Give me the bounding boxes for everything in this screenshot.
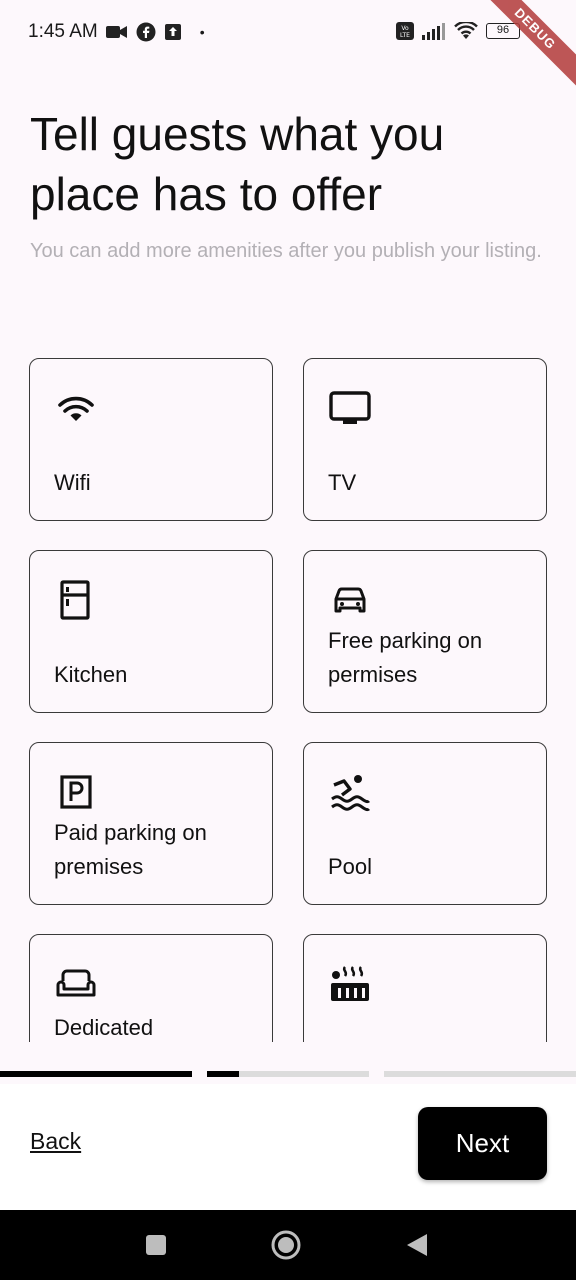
progress-fill xyxy=(207,1071,240,1077)
progress-fill xyxy=(0,1071,192,1077)
amenity-label: TV xyxy=(328,470,357,495)
progress-segment-2 xyxy=(207,1071,369,1077)
page-title: Tell guests what you place has to offer xyxy=(30,108,445,220)
video-camera-icon xyxy=(105,26,127,38)
amenity-label: Dedicated xyxy=(54,1015,154,1040)
next-button[interactable]: Next xyxy=(418,1107,547,1180)
amenity-label: Pool xyxy=(328,854,373,879)
battery-level: 96 xyxy=(496,24,510,36)
system-nav-bar xyxy=(0,1210,576,1280)
back-nav-icon[interactable] xyxy=(405,1233,429,1257)
amenity-card-paid-parking[interactable]: Paid parking on premises xyxy=(29,742,273,905)
recents-icon[interactable] xyxy=(145,1234,167,1256)
status-bar: 1:45 AM • Vo LTE 96 xyxy=(0,0,576,64)
progress-segment-3 xyxy=(384,1071,576,1077)
sofa-icon xyxy=(56,969,96,997)
amenity-grid: Wifi TV Kitchen Free parking on permises xyxy=(0,340,576,1042)
pool-icon xyxy=(331,775,371,812)
amenity-label: Free parking on permises xyxy=(328,628,483,687)
amenity-label: Wifi xyxy=(54,470,91,495)
amenity-card-pool[interactable]: Pool xyxy=(303,742,547,905)
wifi-icon xyxy=(58,396,94,421)
svg-text:Vo: Vo xyxy=(401,25,409,32)
svg-text:LTE: LTE xyxy=(400,32,410,39)
page-subtitle: You can add more amenities after you pub… xyxy=(30,240,542,262)
volte-icon: VoLTE xyxy=(396,22,414,40)
home-icon[interactable] xyxy=(271,1230,301,1260)
amenity-label: Paid parking on premises xyxy=(54,820,207,879)
amenity-card-hot-tub[interactable] xyxy=(303,934,547,1042)
amenity-card-dedicated[interactable]: Dedicated xyxy=(29,934,273,1042)
amenity-card-wifi[interactable]: Wifi xyxy=(29,358,273,521)
amenity-label: Kitchen xyxy=(54,662,128,687)
progress-segment-1 xyxy=(0,1071,192,1077)
amenity-card-free-parking[interactable]: Free parking on permises xyxy=(303,550,547,713)
amenity-card-tv[interactable]: TV xyxy=(303,358,547,521)
hot-tub-icon xyxy=(331,966,369,1001)
signal-icon xyxy=(422,23,445,40)
parking-icon xyxy=(60,775,92,809)
back-button[interactable]: Back xyxy=(30,1128,81,1155)
notification-dot-icon: • xyxy=(199,24,205,40)
upload-icon xyxy=(164,24,181,40)
amenity-card-kitchen[interactable]: Kitchen xyxy=(29,550,273,713)
car-icon xyxy=(334,587,366,613)
tv-icon xyxy=(329,391,371,424)
status-time: 1:45 AM xyxy=(28,21,98,42)
facebook-icon xyxy=(136,22,156,42)
wifi-status-icon xyxy=(454,22,478,39)
kitchen-icon xyxy=(60,580,90,620)
